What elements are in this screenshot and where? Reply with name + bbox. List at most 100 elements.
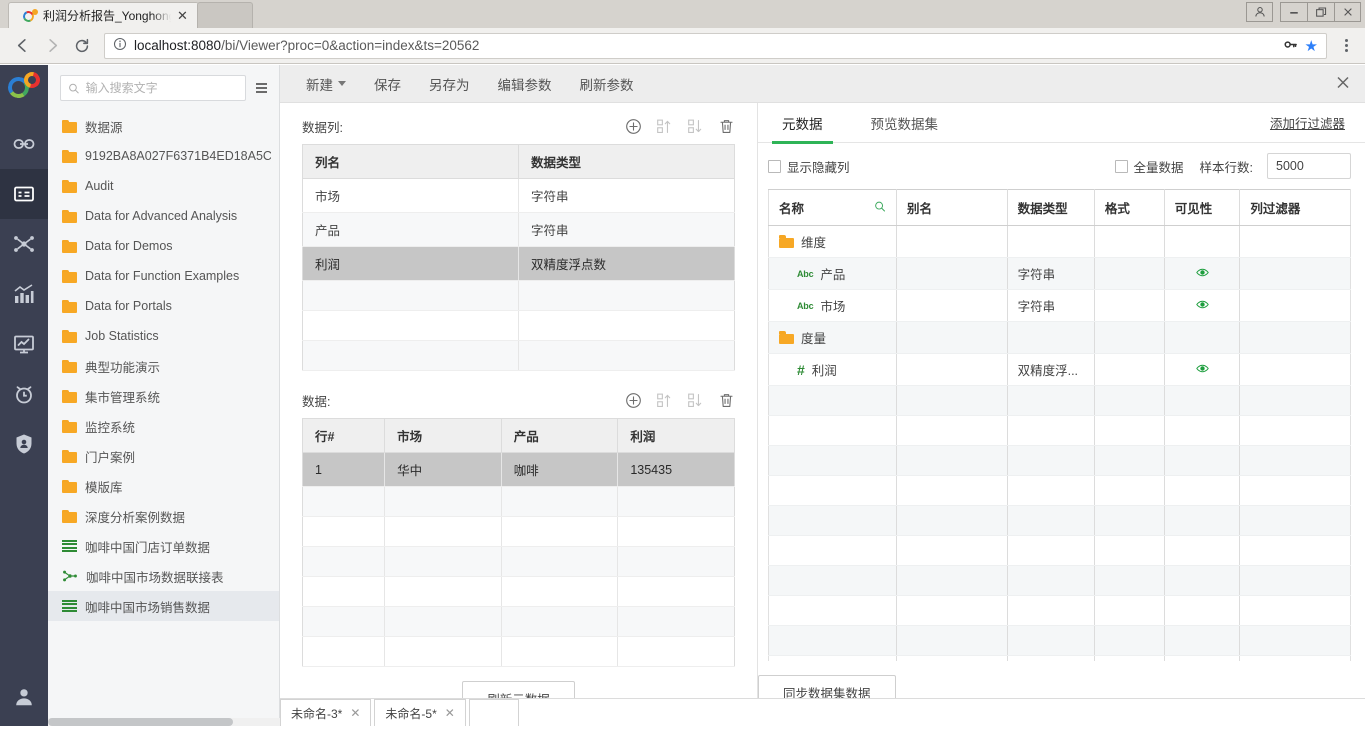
table-row[interactable] <box>303 487 735 517</box>
bottom-tab[interactable]: 未命名-3* ✕ <box>280 699 371 726</box>
table-row[interactable] <box>303 517 735 547</box>
metadata-visibility-cell[interactable] <box>1164 322 1240 354</box>
add-icon[interactable] <box>625 392 642 409</box>
table-row[interactable]: Abc 市场 字符串 <box>769 290 1351 322</box>
table-row[interactable] <box>303 637 735 667</box>
table-row[interactable]: 产品字符串 <box>303 213 735 247</box>
rail-item-dashboard[interactable] <box>0 319 48 369</box>
table-row[interactable]: 市场字符串 <box>303 179 735 213</box>
metadata-empty-cell <box>1094 596 1164 626</box>
tree-item[interactable]: 咖啡中国市场销售数据 <box>48 591 279 621</box>
bottom-tab-close-icon[interactable]: ✕ <box>445 706 455 720</box>
sort-asc-icon[interactable] <box>656 392 673 409</box>
eye-icon[interactable] <box>1196 300 1209 314</box>
add-row-filter-link[interactable]: 添加行过滤器 <box>1270 113 1351 132</box>
site-info-icon[interactable] <box>113 37 127 54</box>
table-row[interactable]: # 利润 双精度浮... <box>769 354 1351 386</box>
tree-item[interactable]: 模版库 <box>48 471 279 501</box>
tree-item[interactable]: Data for Function Examples <box>48 261 279 291</box>
table-row[interactable]: 1华中咖啡135435 <box>303 453 735 487</box>
table-row[interactable]: 度量 <box>769 322 1351 354</box>
rail-item-report[interactable] <box>0 269 48 319</box>
metadata-visibility-cell[interactable] <box>1164 290 1240 322</box>
toolbar-item-4[interactable]: 刷新参数 <box>566 65 648 103</box>
reload-icon[interactable] <box>68 32 96 60</box>
tree-item[interactable]: Data for Portals <box>48 291 279 321</box>
toolbar-item-0[interactable]: 新建 <box>292 65 360 103</box>
bottom-tab-placeholder[interactable] <box>469 699 519 726</box>
delete-icon[interactable] <box>718 118 735 135</box>
toolbar-item-1[interactable]: 保存 <box>360 65 415 103</box>
tree-item[interactable]: Job Statistics <box>48 321 279 351</box>
table-row[interactable] <box>303 577 735 607</box>
table-row[interactable] <box>303 607 735 637</box>
tree-item[interactable]: 咖啡中国市场数据联接表 <box>48 561 279 591</box>
window-minimize-button[interactable] <box>1280 2 1307 22</box>
rail-item-profile[interactable] <box>0 686 48 708</box>
tree-item[interactable]: 集市管理系统 <box>48 381 279 411</box>
metadata-visibility-cell[interactable] <box>1164 226 1240 258</box>
rail-item-admin[interactable] <box>0 419 48 469</box>
metadata-visibility-cell[interactable] <box>1164 258 1240 290</box>
table-row[interactable]: 维度 <box>769 226 1351 258</box>
rail-item-analysis[interactable] <box>0 219 48 269</box>
window-restore-button[interactable] <box>1307 2 1334 22</box>
tree-item[interactable]: 门户案例 <box>48 441 279 471</box>
window-close-button[interactable] <box>1334 2 1361 22</box>
add-icon[interactable] <box>625 118 642 135</box>
table-row[interactable]: Abc 产品 字符串 <box>769 258 1351 290</box>
tree-item[interactable]: Data for Demos <box>48 231 279 261</box>
browser-new-tab[interactable] <box>197 2 253 28</box>
tree-search-box[interactable] <box>60 75 246 101</box>
close-editor-icon[interactable] <box>1335 74 1351 93</box>
bottom-tab[interactable]: 未命名-5* ✕ <box>374 699 465 726</box>
back-icon[interactable] <box>8 32 36 60</box>
tree-item[interactable]: 9192BA8A027F6371B4ED18A5C6E <box>48 141 279 171</box>
sort-desc-icon[interactable] <box>687 118 704 135</box>
browser-menu-icon[interactable] <box>1335 39 1357 52</box>
browser-tab[interactable]: 利润分析报告_Yonghong ✕ <box>8 2 199 28</box>
window-user-button[interactable] <box>1246 2 1273 22</box>
search-icon[interactable] <box>874 200 886 215</box>
sort-asc-icon[interactable] <box>656 118 673 135</box>
tab-metadata[interactable]: 元数据 <box>772 103 833 143</box>
table-row[interactable] <box>303 547 735 577</box>
checkbox-box[interactable] <box>1115 160 1128 173</box>
table-row[interactable] <box>303 281 735 311</box>
toolbar-item-3[interactable]: 编辑参数 <box>484 65 566 103</box>
tree-item[interactable]: 深度分析案例数据 <box>48 501 279 531</box>
metadata-visibility-cell[interactable] <box>1164 354 1240 386</box>
delete-icon[interactable] <box>718 392 735 409</box>
tree-item[interactable]: Data for Advanced Analysis <box>48 201 279 231</box>
tree-horizontal-scrollbar[interactable] <box>48 718 280 726</box>
data-grid-cell <box>385 487 502 517</box>
eye-icon[interactable] <box>1196 364 1209 378</box>
rail-item-schedule[interactable] <box>0 369 48 419</box>
sort-desc-icon[interactable] <box>687 392 704 409</box>
table-row[interactable] <box>303 311 735 341</box>
bottom-tab-close-icon[interactable]: ✕ <box>350 706 360 720</box>
tree-item[interactable]: 咖啡中国门店订单数据 <box>48 531 279 561</box>
full-data-checkbox[interactable]: 全量数据 <box>1115 157 1184 176</box>
toolbar-item-2[interactable]: 另存为 <box>415 65 484 103</box>
eye-icon[interactable] <box>1196 268 1209 282</box>
checkbox-box[interactable] <box>768 160 781 173</box>
tree-search-input[interactable] <box>86 81 238 95</box>
tree-item[interactable]: Audit <box>48 171 279 201</box>
metadata-empty-cell <box>1094 476 1164 506</box>
omnibox[interactable]: localhost:8080/bi/Viewer?proc=0&action=i… <box>104 33 1327 59</box>
sample-rows-input[interactable] <box>1267 153 1351 179</box>
rail-item-dataset[interactable] <box>0 169 48 219</box>
table-row[interactable] <box>303 341 735 371</box>
key-icon[interactable] <box>1283 37 1298 55</box>
tree-menu-icon[interactable] <box>254 81 269 95</box>
bookmark-star-icon[interactable]: ★ <box>1305 37 1318 55</box>
tree-item[interactable]: 监控系统 <box>48 411 279 441</box>
show-hidden-columns-checkbox[interactable]: 显示隐藏列 <box>768 157 850 176</box>
tree-item[interactable]: 数据源 <box>48 111 279 141</box>
browser-tab-close-icon[interactable]: ✕ <box>177 9 188 22</box>
tab-preview-dataset[interactable]: 预览数据集 <box>861 103 949 143</box>
rail-item-link[interactable] <box>0 119 48 169</box>
tree-item[interactable]: 典型功能演示 <box>48 351 279 381</box>
table-row[interactable]: 利润双精度浮点数 <box>303 247 735 281</box>
